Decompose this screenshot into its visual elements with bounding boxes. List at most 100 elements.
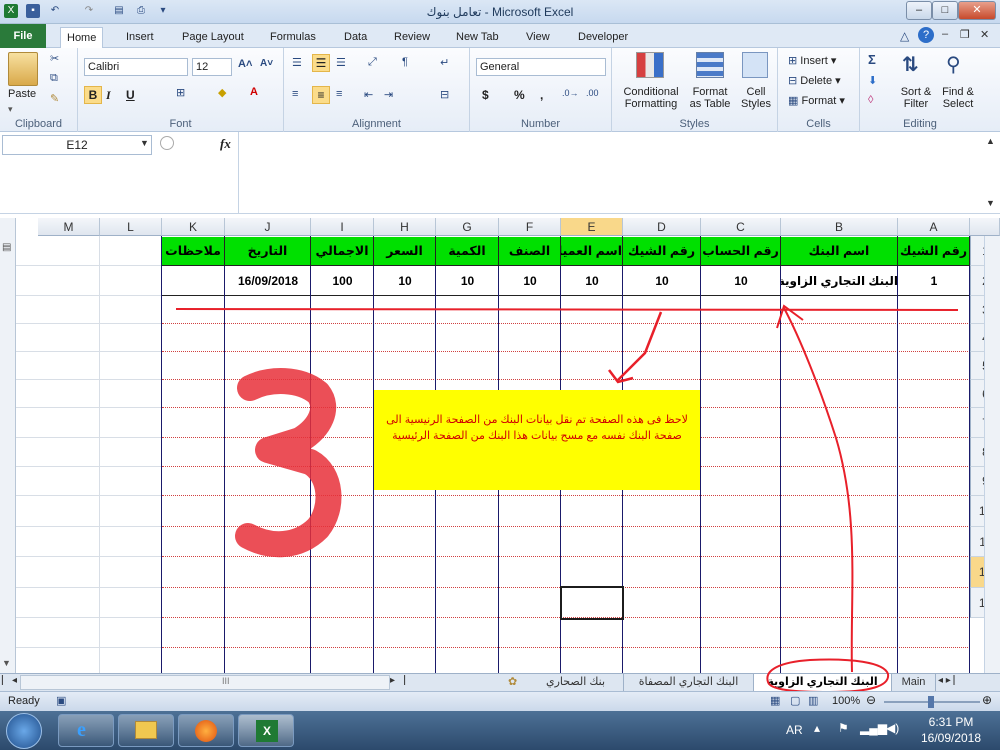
increase-decimal-icon[interactable]: .0→	[562, 88, 579, 98]
zoom-level[interactable]: 100%	[832, 695, 860, 707]
merge-center-icon[interactable]: ⊟	[440, 88, 449, 101]
doc-restore-icon[interactable]: ❐	[960, 28, 970, 41]
tab-new-tab[interactable]: New Tab	[450, 27, 505, 48]
clock-date[interactable]: 16/09/2018	[912, 731, 990, 745]
format-cells-button[interactable]: ▦ Format ▾	[788, 94, 845, 107]
zoom-thumb[interactable]	[928, 696, 934, 708]
grow-font-icon[interactable]: A˄	[238, 58, 252, 70]
taskbar-explorer[interactable]	[118, 714, 174, 747]
fill-icon[interactable]: ⬇	[868, 74, 877, 87]
tab-formulas[interactable]: Formulas	[264, 27, 322, 48]
format-as-table-button[interactable]: Format as Table	[686, 86, 734, 110]
scroll-right-icon[interactable]: ▸⎹	[390, 675, 405, 686]
align-middle-icon[interactable]: ☰	[312, 54, 330, 72]
tab-home[interactable]: Home	[60, 27, 104, 48]
italic-button[interactable]: I	[106, 88, 111, 103]
doc-minimize-icon[interactable]: –	[942, 28, 948, 40]
number-group: General $ % , .0→ .00 Number	[470, 48, 612, 132]
paste-button[interactable]: Paste	[8, 88, 36, 100]
bold-button[interactable]: B	[84, 86, 102, 104]
comma-button[interactable]: ,	[540, 88, 543, 102]
doc-close-icon[interactable]: ✕	[980, 28, 989, 41]
sheet-tab-sahari[interactable]: بنك الصحاري	[528, 674, 624, 692]
font-name-box[interactable]: Calibri	[84, 58, 188, 76]
wrap-text-icon[interactable]: ↵	[440, 56, 449, 69]
tab-nav-arrows-icon[interactable]: ◂ ▸ ⎸	[938, 675, 964, 686]
normal-view-icon[interactable]: ▦	[770, 694, 780, 707]
ribbon-minimize-icon[interactable]: △	[900, 29, 909, 43]
cut-icon[interactable]: ✂	[50, 52, 59, 65]
zoom-out-icon[interactable]: ⊖	[866, 693, 876, 707]
borders-icon[interactable]: ⊞	[176, 86, 185, 99]
insert-function-button[interactable]: fx	[220, 136, 231, 152]
tab-review[interactable]: Review	[388, 27, 436, 48]
tray-arrow-icon[interactable]: ▴	[814, 721, 820, 735]
align-center-icon[interactable]: ≡	[312, 86, 330, 104]
page-break-view-icon[interactable]: ▥	[808, 694, 818, 707]
currency-button[interactable]: $	[482, 88, 489, 102]
tab-page-layout[interactable]: Page Layout	[176, 27, 250, 48]
align-left-icon[interactable]: ≡	[292, 88, 298, 100]
insert-sheet-icon[interactable]: ✿	[508, 675, 517, 688]
status-ready: Ready	[8, 695, 40, 707]
number-format-box[interactable]: General	[476, 58, 606, 76]
tab-file[interactable]: File	[0, 24, 46, 48]
vertical-scrollbar[interactable]	[984, 236, 1000, 673]
tab-scroll-first-icon[interactable]: ⎸◂	[2, 675, 17, 686]
network-icon[interactable]: ▂▄▆	[860, 721, 887, 735]
conditional-formatting-button[interactable]: Conditional Formatting	[620, 86, 682, 110]
horizontal-scrollbar[interactable]	[20, 675, 390, 690]
page-layout-view-icon[interactable]: ▢	[790, 694, 800, 707]
macro-record-icon[interactable]: ▣	[56, 694, 66, 707]
minimize-button[interactable]: –	[906, 1, 932, 20]
clock-time[interactable]: 6:31 PM	[916, 715, 986, 729]
percent-button[interactable]: %	[514, 88, 525, 102]
font-color-icon[interactable]: A	[250, 86, 258, 98]
action-center-icon[interactable]: ⚑	[838, 721, 849, 735]
name-box-dropdown-icon[interactable]: ▼	[140, 138, 149, 148]
format-painter-icon[interactable]: ✎	[50, 92, 59, 105]
decrease-indent-icon[interactable]: ⇤	[364, 88, 373, 101]
shrink-font-icon[interactable]: A˅	[260, 58, 273, 69]
start-button[interactable]	[6, 713, 42, 749]
sheet-tab-musaffa[interactable]: البنك التجاري المصفاة	[624, 674, 754, 692]
align-right-icon[interactable]: ≡	[336, 88, 342, 100]
paste-dropdown-icon[interactable]: ▾	[8, 104, 13, 115]
language-indicator[interactable]: AR	[786, 723, 803, 737]
sort-filter-button[interactable]: Sort & Filter	[896, 86, 936, 110]
find-select-button[interactable]: Find & Select	[938, 86, 978, 110]
decrease-decimal-icon[interactable]: .00	[586, 88, 599, 98]
cell-styles-button[interactable]: Cell Styles	[736, 86, 776, 110]
maximize-button[interactable]: □	[932, 1, 958, 20]
taskbar-excel[interactable]: X	[238, 714, 294, 747]
font-size-box[interactable]: 12	[192, 58, 232, 76]
orientation-icon[interactable]: ⤢	[368, 56, 377, 69]
tab-data[interactable]: Data	[338, 27, 373, 48]
tab-view[interactable]: View	[520, 27, 556, 48]
taskbar-ie[interactable]: e	[58, 714, 114, 747]
worksheet-grid[interactable]: ▤ ▼ ABCDEFGHIJKLM 12345678910111213 رقم …	[0, 218, 1000, 673]
name-box[interactable]: E12	[2, 135, 152, 155]
help-icon[interactable]: ?	[918, 27, 934, 43]
volume-icon[interactable]: ◀)	[886, 721, 899, 735]
taskbar-firefox[interactable]	[178, 714, 234, 747]
tab-insert[interactable]: Insert	[120, 27, 160, 48]
align-bottom-icon[interactable]: ☰	[336, 56, 346, 69]
copy-icon[interactable]: ⧉	[50, 72, 58, 85]
close-button[interactable]: ✕	[958, 1, 996, 20]
clear-icon[interactable]: ◊	[868, 94, 873, 106]
increase-indent-icon[interactable]: ⇥	[384, 88, 393, 101]
align-top-icon[interactable]: ☰	[292, 56, 302, 69]
tab-developer[interactable]: Developer	[572, 27, 634, 48]
fill-color-icon[interactable]: ◆	[218, 86, 226, 99]
formula-expand-icon[interactable]: ▼	[986, 198, 995, 208]
delete-cells-button[interactable]: ⊟ Delete ▾	[788, 74, 841, 87]
zoom-in-icon[interactable]: ⊕	[982, 693, 992, 707]
rtl-direction-icon[interactable]: ¶	[402, 56, 408, 68]
insert-cells-button[interactable]: ⊞ Insert ▾	[788, 54, 836, 67]
sheet-tab-main[interactable]: Main	[892, 674, 936, 692]
formula-collapse-icon[interactable]: ▲	[986, 136, 995, 146]
formula-input[interactable]	[238, 132, 984, 214]
underline-button[interactable]: U	[126, 88, 135, 102]
autosum-icon[interactable]: Σ	[868, 52, 876, 67]
